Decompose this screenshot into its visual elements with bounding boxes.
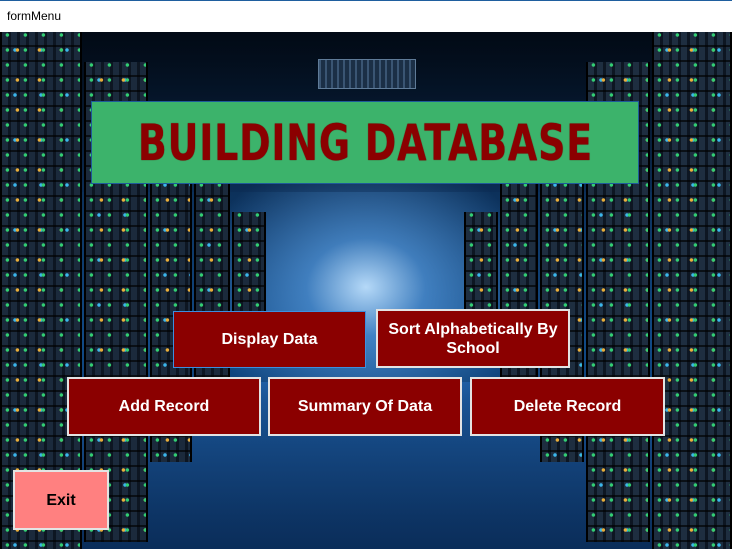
delete-record-button[interactable]: Delete Record	[470, 377, 665, 436]
exit-button[interactable]: Exit	[13, 470, 109, 530]
title-banner: BUILDING DATABASE	[91, 101, 639, 184]
form-client-area: BUILDING DATABASE Display Data Sort Alph…	[0, 32, 732, 549]
window-title: formMenu	[7, 9, 62, 23]
server-rack-left-4	[194, 182, 230, 402]
ceiling-vent	[318, 59, 416, 89]
server-rack-right-4	[500, 182, 538, 402]
window-titlebar: formMenu	[0, 0, 732, 32]
banner-title: BUILDING DATABASE	[137, 113, 593, 172]
summary-of-data-button[interactable]: Summary Of Data	[268, 377, 462, 436]
sort-alphabetically-button[interactable]: Sort Alphabetically By School	[376, 309, 570, 368]
server-rack-right-1	[652, 32, 732, 549]
add-record-button[interactable]: Add Record	[67, 377, 261, 436]
display-data-button[interactable]: Display Data	[173, 311, 366, 368]
